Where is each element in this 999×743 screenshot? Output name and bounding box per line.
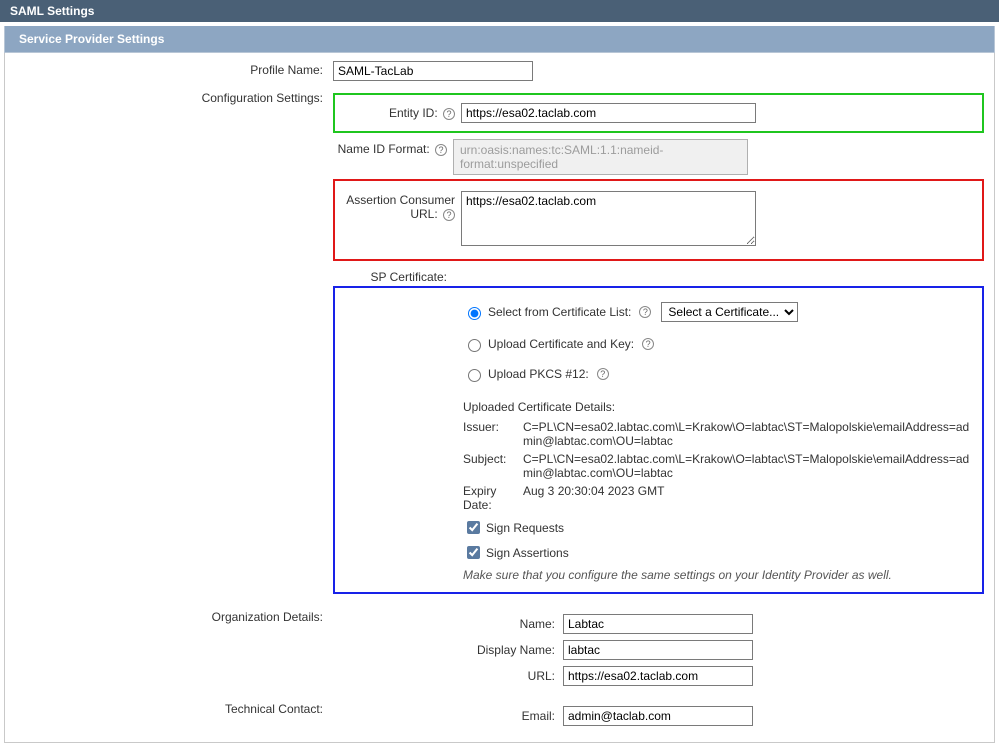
profile-name-label: Profile Name: bbox=[15, 59, 333, 77]
cert-mode-list-radio[interactable] bbox=[468, 307, 481, 320]
acs-url-label: Assertion Consumer URL: bbox=[346, 193, 455, 221]
sp-cert-highlight-box: Select from Certificate List: ? Select a… bbox=[333, 286, 984, 594]
tech-contact-label: Technical Contact: bbox=[15, 698, 333, 716]
cert-mode-pkcs12-label: Upload PKCS #12: bbox=[488, 367, 589, 381]
acs-url-highlight-box: Assertion Consumer URL: ? bbox=[333, 179, 984, 261]
name-id-format-value: urn:oasis:names:tc:SAML:1.1:nameid-forma… bbox=[453, 139, 748, 175]
entity-id-input[interactable] bbox=[461, 103, 756, 123]
section-header: Service Provider Settings bbox=[4, 26, 995, 53]
help-icon[interactable]: ? bbox=[639, 306, 651, 318]
cert-select[interactable]: Select a Certificate... bbox=[661, 302, 798, 322]
cert-expiry-value: Aug 3 20:30:04 2023 GMT bbox=[523, 484, 974, 512]
entity-id-label: Entity ID: bbox=[389, 106, 438, 120]
sign-requests-checkbox[interactable] bbox=[467, 521, 480, 534]
help-icon[interactable]: ? bbox=[443, 209, 455, 221]
org-display-name-input[interactable] bbox=[563, 640, 753, 660]
sp-cert-label: SP Certificate: bbox=[371, 270, 447, 284]
name-id-format-label: Name ID Format: bbox=[338, 142, 430, 156]
org-name-input[interactable] bbox=[563, 614, 753, 634]
entity-id-highlight-box: Entity ID: ? bbox=[333, 93, 984, 133]
cert-subject-label: Subject: bbox=[463, 452, 523, 480]
help-icon[interactable]: ? bbox=[443, 108, 455, 120]
page-title: SAML Settings bbox=[10, 4, 94, 18]
cert-subject-value: C=PL\CN=esa02.labtac.com\L=Krakow\O=labt… bbox=[523, 452, 974, 480]
page-header: SAML Settings bbox=[0, 0, 999, 22]
acs-url-input[interactable] bbox=[461, 191, 756, 246]
cert-mode-pkcs12-radio[interactable] bbox=[468, 369, 481, 382]
tech-email-input[interactable] bbox=[563, 706, 753, 726]
section-title: Service Provider Settings bbox=[19, 32, 164, 46]
help-icon[interactable]: ? bbox=[597, 368, 609, 380]
profile-name-input[interactable] bbox=[333, 61, 533, 81]
help-icon[interactable]: ? bbox=[435, 144, 447, 156]
cert-mode-upload-radio[interactable] bbox=[468, 339, 481, 352]
help-icon[interactable]: ? bbox=[642, 338, 654, 350]
cert-mode-list-label: Select from Certificate List: bbox=[488, 305, 631, 319]
idp-note: Make sure that you configure the same se… bbox=[463, 568, 974, 582]
sign-assertions-checkbox[interactable] bbox=[467, 546, 480, 559]
tech-email-label: Email: bbox=[443, 709, 563, 723]
sign-requests-label: Sign Requests bbox=[486, 521, 564, 535]
uploaded-details-heading: Uploaded Certificate Details: bbox=[463, 400, 974, 414]
cert-issuer-value: C=PL\CN=esa02.labtac.com\L=Krakow\O=labt… bbox=[523, 420, 974, 448]
cert-expiry-label: Expiry Date: bbox=[463, 484, 523, 512]
form-body: Profile Name: Configuration Settings: En… bbox=[4, 53, 995, 743]
org-url-input[interactable] bbox=[563, 666, 753, 686]
sign-assertions-label: Sign Assertions bbox=[486, 546, 569, 560]
org-display-name-label: Display Name: bbox=[443, 643, 563, 657]
org-url-label: URL: bbox=[443, 669, 563, 683]
org-name-label: Name: bbox=[443, 617, 563, 631]
cert-mode-upload-label: Upload Certificate and Key: bbox=[488, 337, 634, 351]
org-details-label: Organization Details: bbox=[15, 606, 333, 624]
config-settings-label: Configuration Settings: bbox=[15, 87, 333, 105]
cert-issuer-label: Issuer: bbox=[463, 420, 523, 448]
